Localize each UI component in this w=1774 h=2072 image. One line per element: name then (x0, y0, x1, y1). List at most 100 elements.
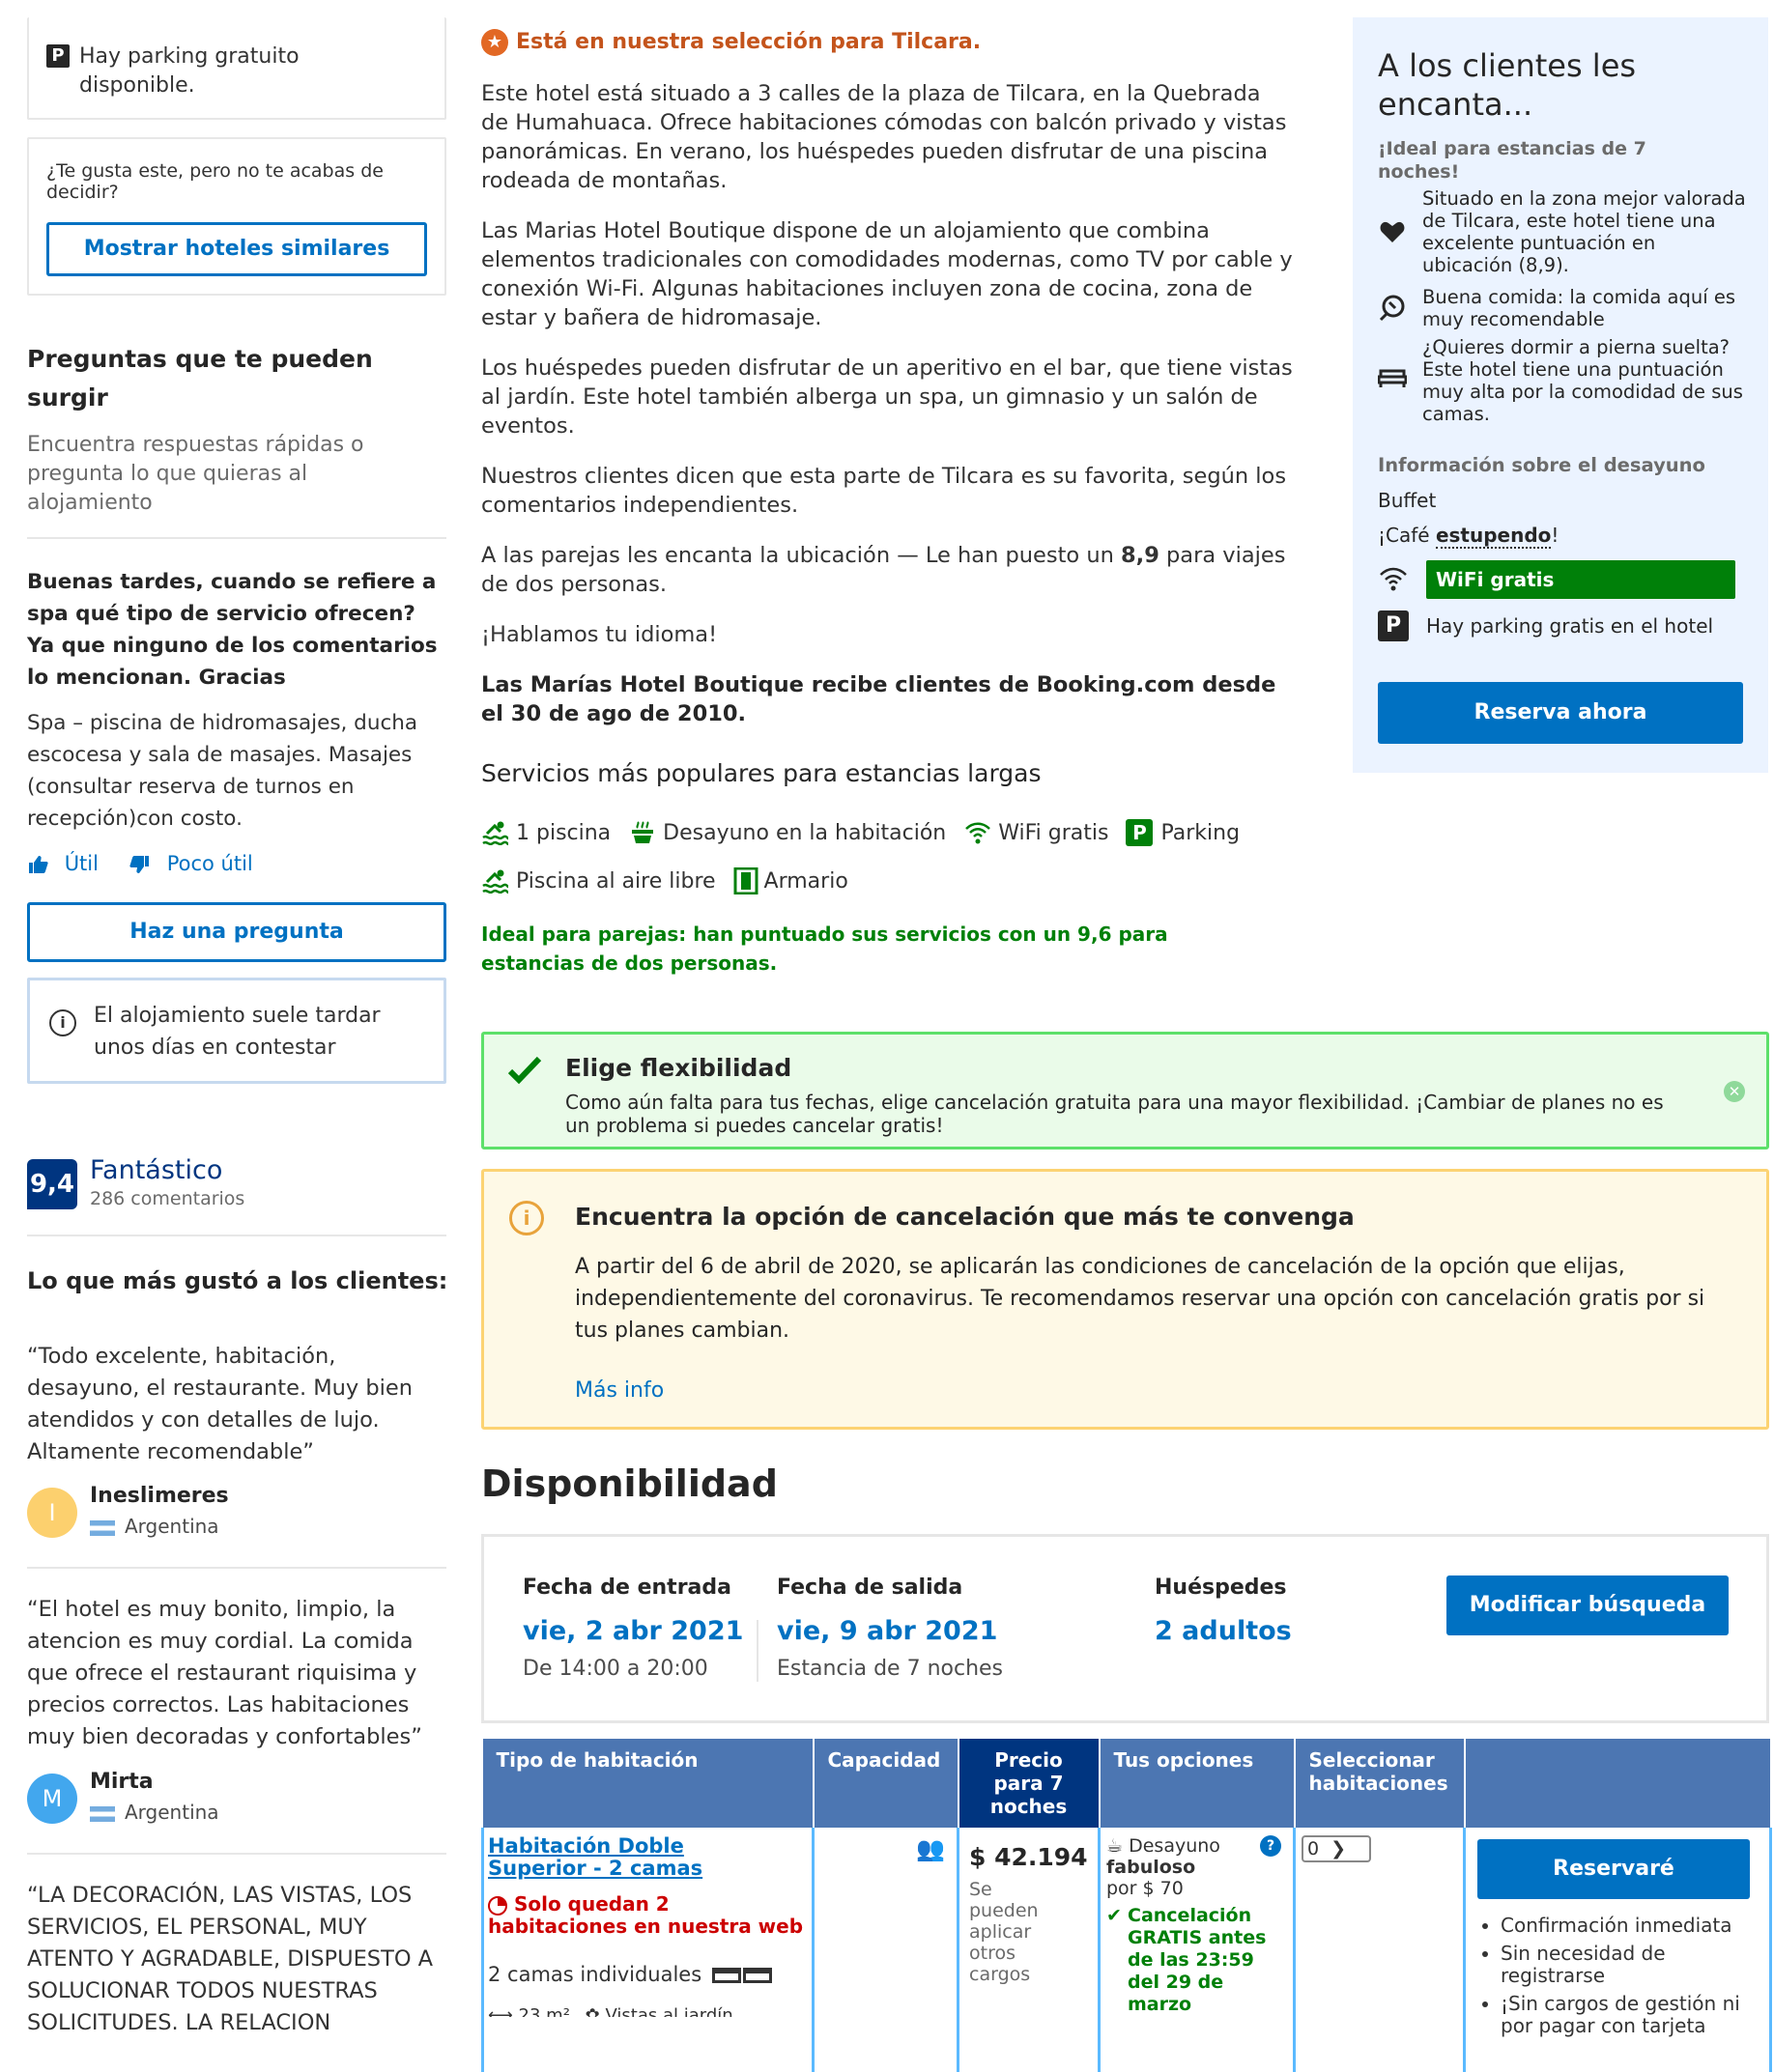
size-icon: ⟷ (488, 2005, 513, 2017)
availability-table: Tipo de habitación Capacidad Precio para… (481, 1739, 1772, 2072)
bed-icon (742, 1968, 772, 1983)
free-cancellation-text: Cancelación GRATIS antes de las 23:59 de… (1128, 1905, 1267, 2015)
country-label: Argentina (125, 1515, 219, 1538)
review-text: “El hotel es muy bonito, limpio, la aten… (27, 1597, 422, 1749)
qa-title: Preguntas que te pueden surgir (27, 345, 373, 412)
response-note-box: i El alojamiento suele tardar unos días … (27, 978, 446, 1084)
benefit-item: Confirmación inmediata (1501, 1915, 1758, 1937)
description-p5: A las parejas les encanta la ubicación —… (481, 541, 1293, 599)
checkin-date[interactable]: vie, 2 abr 2021 (523, 1616, 743, 1646)
food-highlight: Buena comida: la comida aquí es muy reco… (1422, 286, 1736, 330)
avatar: M (27, 1774, 77, 1824)
thumbs-down-icon (129, 856, 149, 873)
facilities-row-1: 1 piscina Desayuno en la habitación WiFi… (481, 819, 1257, 846)
description-p7: Las Marías Hotel Boutique recibe cliente… (481, 672, 1276, 726)
flexibility-banner: Elige flexibilidad Como aún falta para t… (481, 1032, 1769, 1150)
reserve-now-button[interactable]: Reserva ahora (1378, 682, 1743, 744)
room-features: ⟷ 23 m² ✿ Vistas al jardín (488, 2003, 808, 2017)
wardrobe-icon (733, 867, 758, 894)
room-quantity-select[interactable]: 0 ❯ (1302, 1835, 1371, 1862)
argentina-flag-icon (90, 1519, 115, 1536)
clock-icon (488, 1895, 507, 1916)
divider (27, 1567, 446, 1569)
table-header-row: Tipo de habitación Capacidad Precio para… (482, 1739, 1772, 1828)
facilities-row-2: Piscina al aire libre Armario (481, 867, 866, 894)
more-info-link[interactable]: Más info (575, 1378, 664, 1403)
facility: WiFi gratis (963, 820, 1108, 845)
useful-button[interactable]: Útil (27, 852, 99, 875)
not-useful-button[interactable]: Poco útil (129, 852, 253, 875)
reviewer-name: Mirta (90, 1770, 154, 1794)
breakfast-label: Desayuno (1129, 1835, 1220, 1857)
show-similar-hotels-button[interactable]: Mostrar hoteles similares (46, 222, 427, 276)
qa-question: Buenas tardes, cuando se refiere a spa q… (27, 570, 438, 690)
useful-label: Útil (64, 852, 99, 875)
reviewer-country: Argentina (90, 1515, 219, 1538)
ask-question-button[interactable]: Haz una pregunta (27, 902, 446, 962)
cancellation-banner: i Encuentra la opción de cancelación que… (481, 1169, 1769, 1430)
description-p4: Nuestros clientes dicen que esta parte d… (481, 464, 1287, 518)
price-note: Se pueden aplicar otros cargos (969, 1879, 1039, 1985)
modify-search-button[interactable]: Modificar búsqueda (1446, 1575, 1729, 1635)
breakfast-option: ☕ Desayuno fabuloso por $ 70 ? (1106, 1835, 1287, 1899)
info-icon: i (49, 1009, 76, 1036)
availability-title: Disponibilidad (481, 1462, 778, 1505)
beds-info: 2 camas individuales (488, 1963, 808, 1986)
selection-text: Está en nuestra selección para Tilcara. (516, 30, 982, 54)
stay-length: Estancia de 7 noches (777, 1657, 1004, 1681)
room-size: 23 m² (518, 2005, 570, 2017)
outdoor-pool-icon (482, 869, 509, 894)
checkout-label: Fecha de salida (777, 1575, 963, 1600)
flexibility-title: Elige flexibilidad (565, 1054, 792, 1082)
room-view: Vistas al jardín (605, 2005, 733, 2017)
breakfast-icon (632, 821, 654, 843)
p5-score: 8,9 (1121, 543, 1159, 568)
select-value: 0 (1307, 1838, 1320, 1859)
country-label: Argentina (125, 1801, 219, 1824)
search-summary: Fecha de entrada vie, 2 abr 2021 De 14:0… (481, 1534, 1769, 1723)
highlights-title: A los clientes les encanta... (1378, 47, 1637, 123)
column-header: Tipo de habitación (482, 1739, 815, 1828)
coffee-post: ! (1551, 524, 1559, 547)
review-count[interactable]: 286 comentarios (90, 1188, 244, 1209)
benefit-item: Sin necesidad de registrarse (1501, 1943, 1758, 1987)
facility-label: Armario (763, 868, 848, 894)
wifi-icon (1380, 567, 1407, 591)
info-icon: i (509, 1201, 544, 1235)
heart-icon (1380, 221, 1405, 242)
close-icon[interactable]: ✕ (1724, 1081, 1745, 1102)
review-text: “Todo excelente, habitación, desayuno, e… (27, 1344, 414, 1464)
similar-prompt: ¿Te gusta este, pero no te acabas de dec… (46, 160, 384, 203)
reviewer-name: Ineslimeres (90, 1484, 229, 1508)
person-icon: 👥 (916, 1835, 945, 1862)
ideal-stay: ¡Ideal para estancias de 7 noches! (1378, 138, 1646, 183)
score-badge: 9,4 (27, 1159, 77, 1209)
description-p2: Las Marias Hotel Boutique dispone de un … (481, 218, 1293, 330)
check-icon: ✔ (1106, 1905, 1122, 1926)
breakfast-type: Buffet (1378, 489, 1437, 512)
reserve-button[interactable]: Reservaré (1477, 1839, 1750, 1899)
column-header: Seleccionar habitaciones (1294, 1739, 1466, 1828)
similar-hotels-box: ¿Te gusta este, pero no te acabas de dec… (27, 137, 446, 296)
bed-icon (711, 1968, 741, 1983)
facility-label: Desayuno en la habitación (663, 820, 947, 845)
guests-value[interactable]: 2 adultos (1155, 1616, 1292, 1646)
qa-answer: Spa – piscina de hidromasajes, ducha esc… (27, 711, 418, 831)
response-note-text: El alojamiento suele tardar unos días en… (94, 1004, 381, 1060)
table-row: Habitación Doble Superior - 2 camas Solo… (481, 1828, 1772, 2072)
coffee-word: estupendo (1435, 524, 1552, 549)
checkout-date[interactable]: vie, 9 abr 2021 (777, 1616, 997, 1646)
divider (27, 537, 446, 539)
score-word: Fantástico (90, 1155, 223, 1185)
parking-text: Hay parking gratuito disponible. (79, 44, 300, 98)
parking-info-box: P Hay parking gratuito disponible. (27, 17, 446, 120)
help-icon[interactable]: ? (1260, 1835, 1281, 1857)
reviewer-country: Argentina (90, 1801, 219, 1824)
room-name-link[interactable]: Habitación Doble Superior - 2 camas (488, 1835, 720, 1880)
divider (757, 1620, 758, 1682)
facility: Piscina al aire libre (481, 868, 716, 894)
scarcity-text: Solo quedan 2 habitaciones en nuestra we… (488, 1892, 804, 1938)
facility-label: 1 piscina (516, 820, 612, 845)
checkin-label: Fecha de entrada (523, 1575, 731, 1600)
divider (27, 1853, 446, 1855)
